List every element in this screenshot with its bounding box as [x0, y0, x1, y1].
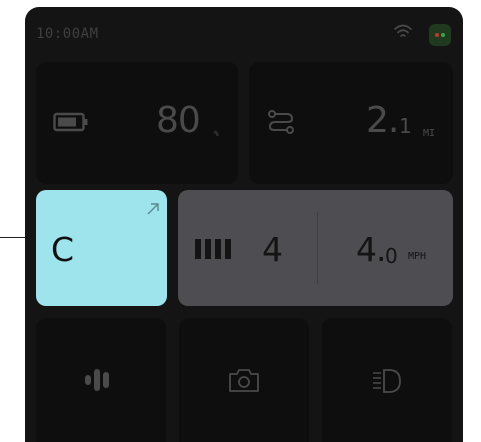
headlight-button[interactable] — [322, 318, 452, 442]
gear-bars-icon — [195, 238, 239, 260]
trip-value-int: 2. — [366, 100, 399, 141]
battery-value: 80 — [156, 100, 201, 141]
divider — [317, 212, 318, 284]
wifi-icon — [394, 24, 412, 40]
trip-unit: MI — [423, 128, 436, 139]
trip-value-dec: 1 — [399, 114, 412, 138]
red-dot — [435, 33, 439, 37]
headlight-icon — [372, 368, 402, 394]
speed-value-int: 4. — [356, 230, 386, 269]
status-bar: 10:00AM — [25, 7, 463, 57]
speed-value-dec: 0 — [385, 244, 398, 268]
expand-arrow-icon[interactable] — [146, 202, 160, 216]
sound-button[interactable] — [36, 318, 166, 442]
trip-tile[interactable]: 2. 1 MI — [249, 62, 453, 184]
route-icon — [267, 109, 295, 135]
mode-letter: C — [51, 230, 75, 269]
mode-tile[interactable]: C — [36, 190, 167, 306]
colored-dots-icon[interactable] — [429, 24, 451, 46]
clock-time: 10:00AM — [36, 26, 99, 42]
ride-stats-tile: 4 4. 0 MPH — [178, 190, 453, 306]
dashboard-panel: 10:00AM 80 % 2. 1 MI C 4 4. 0 MPH — [25, 7, 463, 442]
green-dot — [441, 33, 445, 37]
battery-unit: % — [214, 129, 219, 138]
camera-button[interactable] — [179, 318, 309, 442]
sound-wave-icon — [83, 367, 119, 393]
battery-tile[interactable]: 80 % — [36, 62, 238, 184]
gear-value: 4 — [262, 230, 283, 269]
speed-unit: MPH — [408, 251, 427, 262]
battery-icon — [53, 112, 89, 132]
camera-icon — [227, 367, 261, 393]
